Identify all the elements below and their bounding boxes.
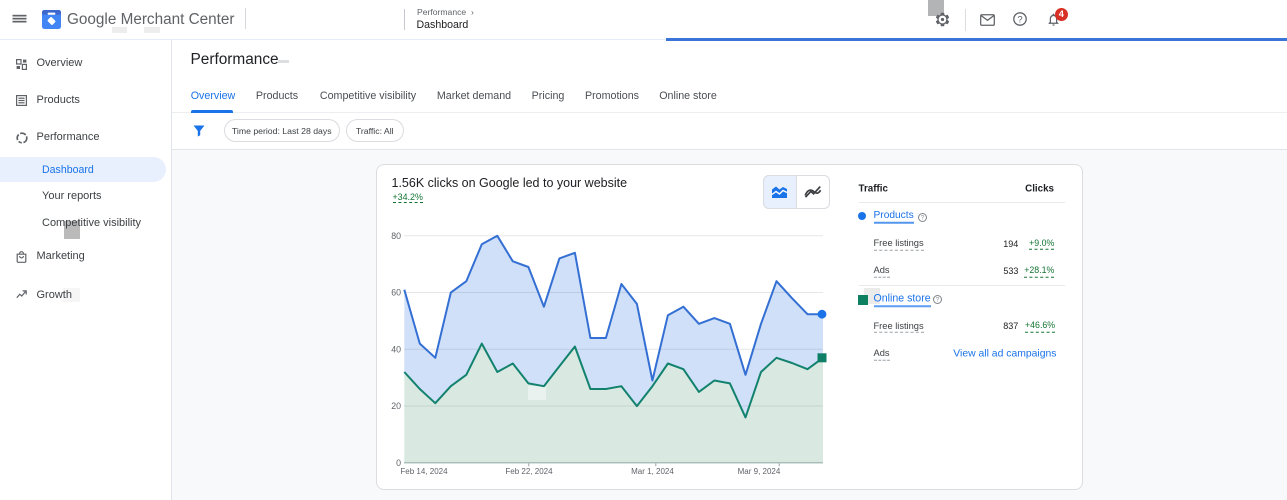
- svg-text:60: 60: [391, 288, 401, 298]
- svg-text:Mar 1, 2024: Mar 1, 2024: [631, 467, 674, 476]
- svg-text:20: 20: [391, 401, 401, 411]
- svg-text:?: ?: [1017, 14, 1022, 25]
- svg-text:40: 40: [391, 345, 401, 355]
- svg-text:Feb 14, 2024: Feb 14, 2024: [400, 467, 448, 476]
- svg-text:Mar 9, 2024: Mar 9, 2024: [738, 467, 781, 476]
- svg-text:Feb 22, 2024: Feb 22, 2024: [505, 467, 553, 476]
- svg-text:80: 80: [391, 231, 401, 241]
